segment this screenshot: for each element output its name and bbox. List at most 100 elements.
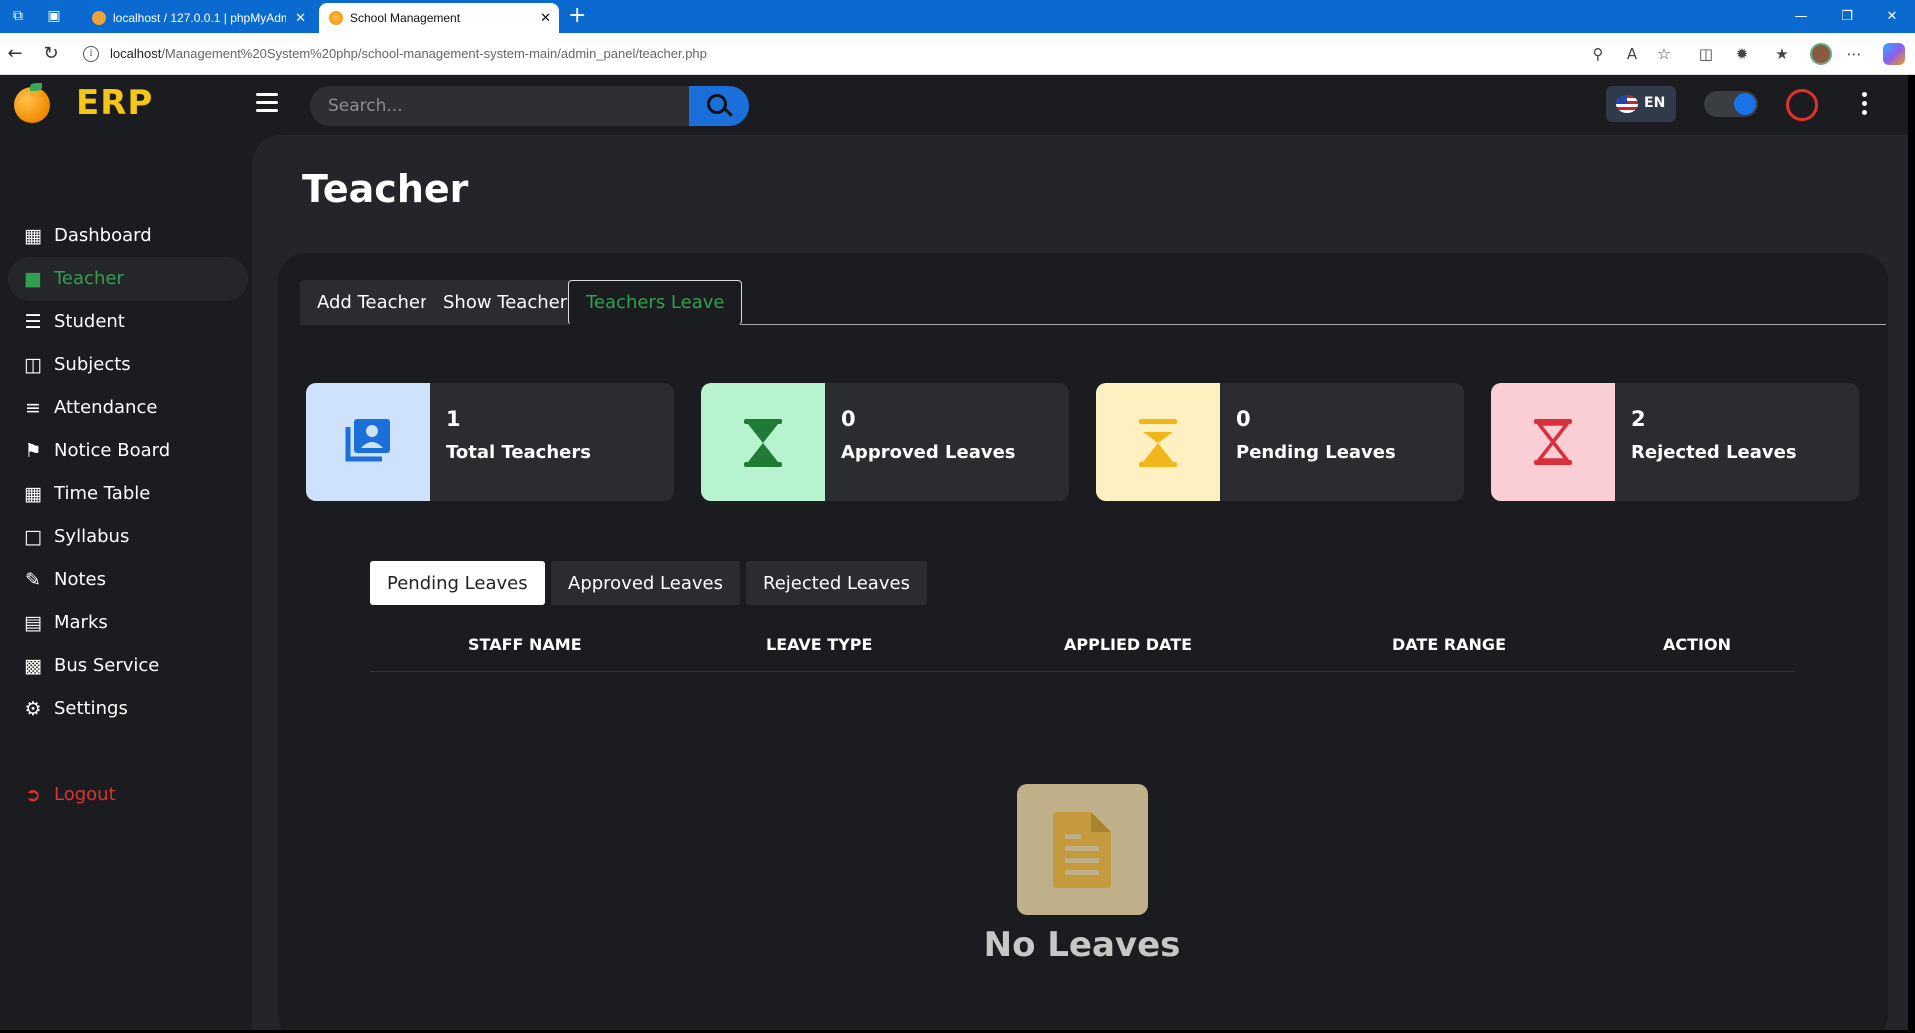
stat-label: Approved Leaves: [841, 442, 1016, 463]
teacher-icon: ■: [24, 268, 42, 290]
close-tab-icon[interactable]: ✕: [540, 3, 551, 33]
restore-icon[interactable]: ❐: [1824, 0, 1870, 33]
refresh-icon[interactable]: ↻: [40, 43, 62, 65]
tab-add-teacher[interactable]: Add Teacher: [300, 280, 445, 325]
url-text[interactable]: localhost/Management%20System%20php/scho…: [110, 46, 707, 61]
sidebar-item-syllabus[interactable]: □ Syllabus: [8, 515, 248, 559]
stat-icon-box: [701, 383, 825, 501]
search-input[interactable]: [310, 86, 690, 126]
hourglass-icon: [744, 419, 782, 467]
favorite-star-icon[interactable]: ☆: [1654, 44, 1674, 64]
new-tab-icon[interactable]: +: [568, 2, 586, 30]
sidebar-item-label: Notes: [54, 569, 106, 590]
sidebar-item-label: Student: [54, 311, 125, 332]
file-icon: □: [24, 526, 42, 548]
tab-approved-leaves[interactable]: Approved Leaves: [551, 561, 740, 605]
browser-tab-school-management[interactable]: School Management ✕: [319, 3, 559, 33]
sidebar-item-teacher[interactable]: ■ Teacher: [8, 257, 248, 301]
sidebar-item-settings[interactable]: ⚙ Settings: [8, 687, 248, 731]
sidebar-item-label: Marks: [54, 612, 108, 633]
column-header-staff-name: STAFF NAME: [468, 635, 582, 654]
column-header-leave-type: LEAVE TYPE: [766, 635, 873, 654]
sidebar-item-label: Settings: [54, 698, 128, 719]
sidebar-item-label: Subjects: [54, 354, 131, 375]
back-icon[interactable]: ←: [4, 43, 26, 65]
logout-icon: ➲: [25, 784, 41, 806]
extensions-icon[interactable]: ✹: [1732, 44, 1752, 64]
hourglass-icon: [1139, 419, 1177, 467]
tab-pending-leaves[interactable]: Pending Leaves: [370, 561, 545, 605]
sidebar-item-label: Notice Board: [54, 440, 171, 461]
sidebar-item-attendance[interactable]: ≡ Attendance: [8, 386, 248, 430]
table-header-divider: [370, 671, 1795, 672]
app-topbar: ERP EN: [0, 75, 1908, 135]
zoom-icon[interactable]: ⚲: [1588, 44, 1608, 64]
stat-rejected-leaves: 2 Rejected Leaves: [1491, 383, 1859, 501]
phpmyadmin-favicon-icon: [92, 11, 106, 25]
sidebar-item-label: Time Table: [54, 483, 151, 504]
tab-actions-icon[interactable]: ▣: [46, 8, 62, 24]
book-icon: ◫: [24, 354, 42, 376]
tab-teachers-leave[interactable]: Teachers Leave: [568, 280, 743, 325]
main-content: Teacher Add Teacher Show Teachers Teache…: [252, 135, 1908, 1030]
bus-icon: ▩: [24, 655, 42, 677]
workspaces-icon[interactable]: ⧉: [10, 8, 26, 24]
search-button[interactable]: [689, 86, 749, 126]
copilot-icon[interactable]: [1883, 43, 1905, 65]
sidebar-item-marks[interactable]: ▤ Marks: [8, 601, 248, 645]
minimize-icon[interactable]: —: [1778, 0, 1824, 33]
sidebar-item-subjects[interactable]: ◫ Subjects: [8, 343, 248, 387]
profile-avatar[interactable]: [1810, 43, 1832, 65]
menu-toggle-icon[interactable]: [256, 93, 278, 113]
more-options-icon[interactable]: [1862, 92, 1868, 119]
logo-text: ERP: [76, 83, 154, 123]
orange-logo-icon: [14, 87, 50, 123]
checklist-icon: ≡: [25, 397, 41, 419]
stat-icon-box: [1491, 383, 1615, 501]
language-selector[interactable]: EN: [1606, 86, 1676, 122]
us-flag-icon: [1616, 95, 1638, 113]
logout-button[interactable]: ➲ Logout: [8, 773, 248, 817]
stat-total-teachers: 1 Total Teachers: [306, 383, 674, 501]
hourglass-icon: [1534, 419, 1572, 465]
split-screen-icon[interactable]: ◫: [1696, 44, 1716, 64]
empty-state-text: No Leaves: [983, 925, 1181, 965]
close-tab-icon[interactable]: ✕: [295, 3, 306, 33]
tab-rejected-leaves[interactable]: Rejected Leaves: [746, 561, 927, 605]
sidebar-item-dashboard[interactable]: ▦ Dashboard: [8, 214, 248, 258]
stat-value: 0: [1236, 407, 1251, 431]
logout-label: Logout: [54, 784, 116, 805]
sidebar-item-notes[interactable]: ✎ Notes: [8, 558, 248, 602]
sidebar-item-time-table[interactable]: ▦ Time Table: [8, 472, 248, 516]
sidebar-item-student[interactable]: ☰ Student: [8, 300, 248, 344]
app-window: ERP EN ▦ Dashboard ■ Teacher ☰ Student: [0, 75, 1908, 1030]
gear-icon: ⚙: [24, 698, 42, 720]
browser-tab-phpmyadmin[interactable]: localhost / 127.0.0.1 | phpMyAdmin ✕: [82, 3, 314, 33]
sidebar-item-notice-board[interactable]: ⚑ Notice Board: [8, 429, 248, 473]
marks-icon: ▤: [24, 612, 42, 634]
stat-pending-leaves: 0 Pending Leaves: [1096, 383, 1464, 501]
column-header-date-range: DATE RANGE: [1392, 635, 1506, 654]
power-icon[interactable]: [1786, 89, 1818, 121]
read-aloud-icon[interactable]: A: [1622, 44, 1642, 64]
more-menu-icon[interactable]: ⋯: [1844, 44, 1864, 64]
orange-favicon-icon: [329, 11, 343, 25]
stat-value: 0: [841, 407, 856, 431]
tab-title: localhost / 127.0.0.1 | phpMyAdmin: [113, 11, 286, 25]
page-title: Teacher: [302, 167, 469, 211]
sidebar: ▦ Dashboard ■ Teacher ☰ Student ◫ Subjec…: [0, 135, 252, 1030]
stat-label: Rejected Leaves: [1631, 442, 1797, 463]
url-field[interactable]: i localhost/Management%20System%20php/sc…: [76, 39, 1696, 69]
site-info-icon[interactable]: i: [83, 46, 99, 62]
contacts-icon: [345, 419, 390, 462]
favorites-icon[interactable]: ★: [1772, 44, 1792, 64]
theme-toggle[interactable]: [1704, 91, 1758, 117]
sidebar-item-label: Attendance: [54, 397, 158, 418]
sidebar-item-label: Teacher: [54, 268, 124, 289]
language-code: EN: [1644, 95, 1666, 111]
close-window-icon[interactable]: ✕: [1869, 0, 1915, 33]
grid-icon: ▦: [24, 483, 42, 505]
sidebar-item-bus-service[interactable]: ▩ Bus Service: [8, 644, 248, 688]
document-icon: [1053, 812, 1111, 888]
stat-value: 1: [446, 407, 461, 431]
